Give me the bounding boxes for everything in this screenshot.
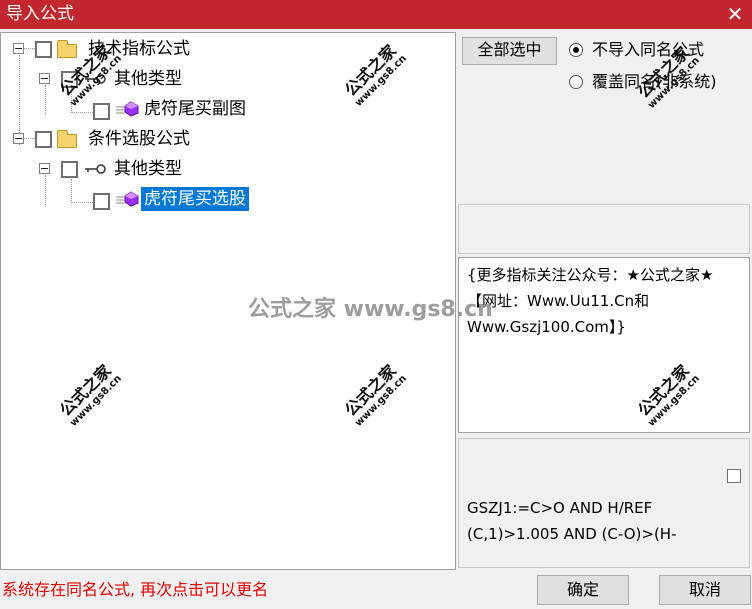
overwrite-radio[interactable] <box>569 75 583 89</box>
ok-button[interactable]: 确定 <box>537 575 629 605</box>
formula-icon <box>116 191 139 207</box>
no-import-radio[interactable] <box>569 43 583 57</box>
select-all-button[interactable]: 全部选中 <box>462 37 557 65</box>
center-watermark: 公式之家 www.gs8.cn <box>248 297 493 322</box>
description-box[interactable]: {更多指标关注公众号：★公式之家★ 【网址：Www.Uu11.Cn和Www.Gs… <box>458 257 750 433</box>
node-label: 虎符尾买选股 <box>141 187 249 211</box>
tree-node-stock-selection[interactable]: − 条件选股公式 <box>1 127 301 151</box>
node-checkbox[interactable] <box>35 41 52 58</box>
node-label: 条件选股公式 <box>88 129 190 149</box>
tree-node-other-type-2[interactable]: − 其他类型 <box>1 157 301 181</box>
status-message: 系统存在同名公式, 再次点击可以更名 <box>2 580 269 599</box>
tree-node-other-type[interactable]: − 其他类型 <box>1 67 301 91</box>
import-formula-dialog: 导入公式 ✕ − 技术指标公式 − 其他类型 虎符尾买副图 − 条件选股公式 −… <box>0 0 752 609</box>
node-checkbox[interactable] <box>61 161 78 178</box>
tree-node-formula-selected[interactable]: 虎符尾买选股 <box>1 187 301 211</box>
collapse-icon[interactable]: − <box>39 73 50 84</box>
node-checkbox[interactable] <box>35 131 52 148</box>
code-box[interactable]: GSZJ1:=C>O AND H/REF (C,1)>1.005 AND (C-… <box>458 438 750 568</box>
collapse-icon[interactable]: − <box>13 133 24 144</box>
tree-node-formula[interactable]: 虎符尾买副图 <box>1 97 301 121</box>
collapse-icon[interactable]: − <box>39 163 50 174</box>
key-icon <box>85 164 106 174</box>
folder-icon <box>57 130 77 148</box>
cancel-button[interactable]: 取消 <box>659 575 751 605</box>
code-text: GSZJ1:=C>O AND H/REF (C,1)>1.005 AND (C-… <box>467 499 677 543</box>
title-bar: 导入公式 ✕ <box>0 0 752 29</box>
empty-field <box>458 204 750 254</box>
tree-node-tech-indicators[interactable]: − 技术指标公式 <box>1 37 301 61</box>
window-title: 导入公式 <box>6 4 74 24</box>
node-label: 虎符尾买副图 <box>144 99 246 119</box>
node-label: 其他类型 <box>114 69 182 89</box>
node-label: 其他类型 <box>114 159 182 179</box>
close-icon[interactable]: ✕ <box>718 0 752 29</box>
folder-icon <box>57 40 77 58</box>
node-checkbox[interactable] <box>93 103 110 120</box>
description-text: {更多指标关注公众号：★公式之家★ 【网址：Www.Uu11.Cn和Www.Gs… <box>467 266 714 336</box>
node-checkbox[interactable] <box>93 193 110 210</box>
code-box-checkbox[interactable] <box>727 469 741 483</box>
formula-icon <box>116 101 139 117</box>
collapse-icon[interactable]: − <box>13 43 24 54</box>
